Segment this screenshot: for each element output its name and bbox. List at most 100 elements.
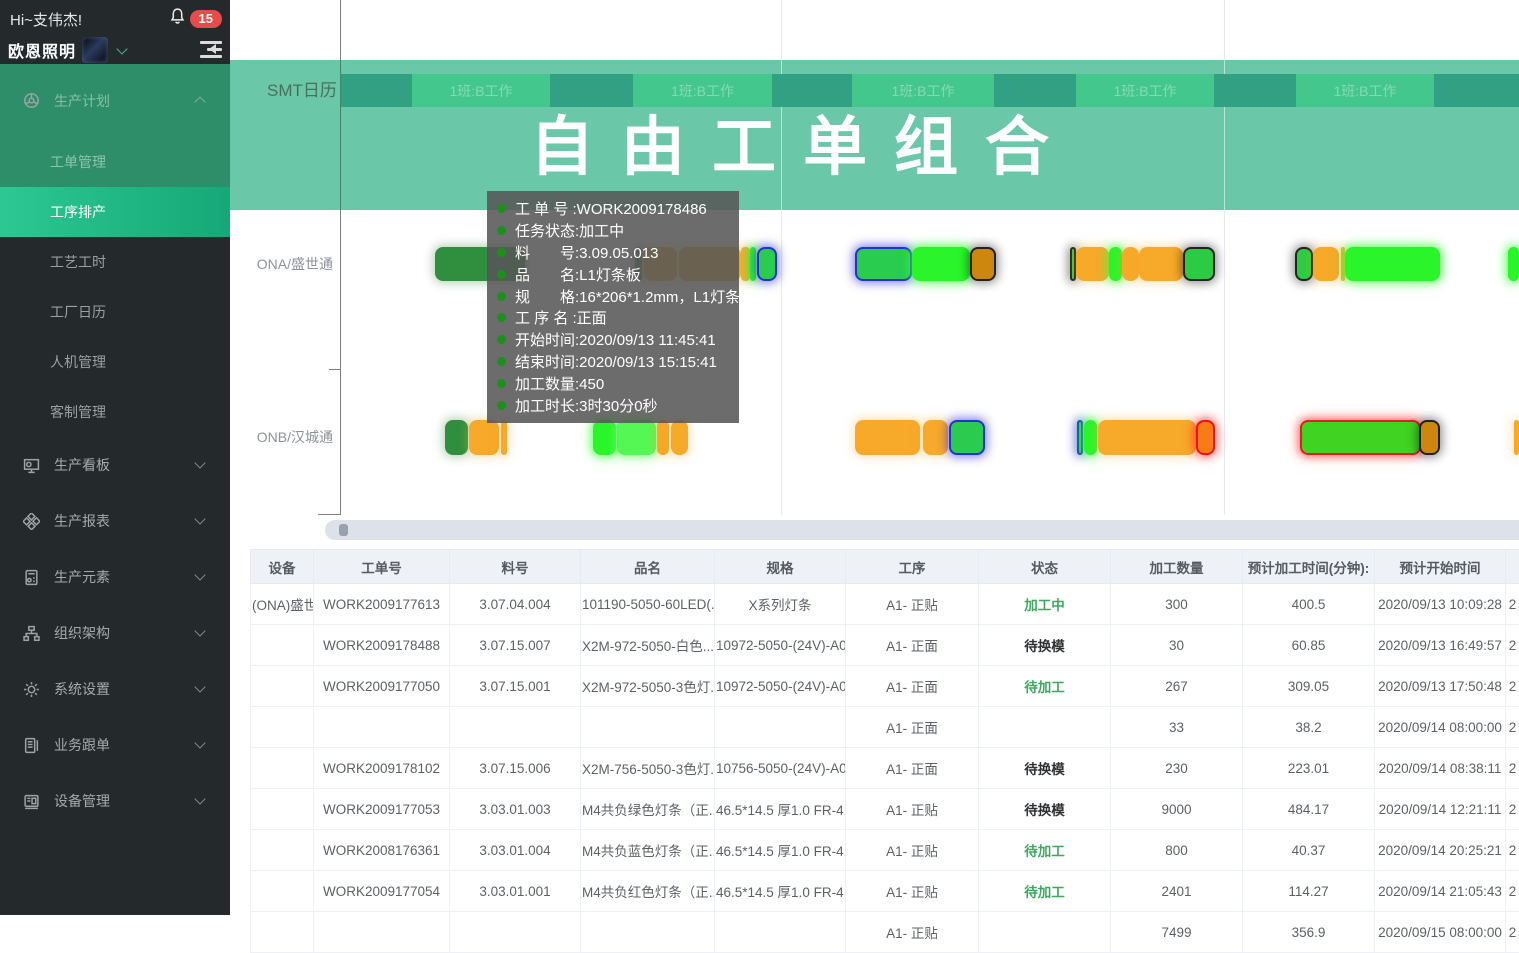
cell- [450,912,581,953]
sidebar-item-11[interactable]: 系统设置 [0,661,230,717]
chevron-down-icon[interactable] [116,43,127,54]
sidebar-item-0[interactable]: 生产计划 [0,64,230,137]
sidebar-item-2[interactable]: 工序排产 [0,187,230,237]
cell-: 待换模 [979,625,1111,666]
sidebar-item-label: 系统设置 [54,679,110,699]
gantt-bar-ona-green_blue[interactable] [757,247,777,281]
gantt-bar-ona-brightgreen[interactable] [1345,247,1440,281]
scrollbar-thumb[interactable] [339,524,348,536]
cell-: 484.17 [1243,789,1375,830]
gantt-bar-ona-green_black[interactable] [1295,247,1313,281]
column-header-2[interactable]: 料号 [450,550,581,584]
gantt-bar-ona-darkorange_black[interactable] [970,247,996,281]
column-header-0[interactable]: 设备 [251,550,314,584]
table-row[interactable]: WORK20091770543.03.01.001M4共负红色灯条（正...46… [251,871,1519,912]
sidebar: Hi~支伟杰! 15 欧恩照明 [0,0,230,915]
table-row[interactable]: A1- 正贴7499356.92020/09/15 08:00:002 [251,912,1519,953]
gantt-bar-ona-brightgreen[interactable] [1109,247,1122,281]
cell-: X系列灯条 [715,584,846,625]
gantt-bar-onb-orange[interactable] [923,420,948,455]
sidebar-item-4[interactable]: 工厂日历 [0,287,230,337]
cell-: 38.2 [1243,707,1375,748]
table-row[interactable]: A1- 正面3338.22020/09/14 08:00:002 [251,707,1519,748]
sidebar-item-12[interactable]: 业务跟单 [0,717,230,773]
gantt-row-label-ona: ONA/盛世通 [230,247,333,281]
gantt-bar-ona-orange[interactable] [1122,247,1139,281]
gantt-bar-onb-orange[interactable] [671,420,688,455]
column-header-5[interactable]: 工序 [846,550,979,584]
column-header-9[interactable]: 预计开始时间 [1375,550,1506,584]
sidebar-item-6[interactable]: 客制管理 [0,387,230,437]
gantt-bar-onb-green_blue[interactable] [949,420,985,455]
cell-: 2020/09/14 21:05:43 [1375,871,1506,912]
sidebar-item-10[interactable]: 组织架构 [0,605,230,661]
cell-: 7499 [1111,912,1243,953]
gantt-bar-onb-brightgreen2[interactable] [617,420,656,455]
table-row[interactable]: WORK20091781023.07.15.006X2M-756-5050-3色… [251,748,1519,789]
cell-: 9000 [1111,789,1243,830]
cell-: 2 [1506,748,1519,789]
table-row[interactable]: WORK20091784883.07.15.007X2M-972-5050-白色… [251,625,1519,666]
sidebar-item-5[interactable]: 人机管理 [0,337,230,387]
table-row[interactable]: WORK20091770533.03.01.003M4共负绿色灯条（正...46… [251,789,1519,830]
column-header-1[interactable]: 工单号 [314,550,450,584]
gantt-bar-onb-orange[interactable] [1514,420,1519,455]
gantt-bar-ona-orange[interactable] [1313,247,1339,281]
column-header-6[interactable]: 状态 [979,550,1111,584]
gantt-bar-ona-orange[interactable] [1076,247,1109,281]
bell-icon[interactable] [169,7,186,31]
gantt-bar-onb-orange[interactable] [1098,420,1196,455]
gantt-bar-onb-green_blue[interactable] [1077,420,1083,455]
sidebar-item-1[interactable]: 工单管理 [0,137,230,187]
table-row[interactable]: (ONA)盛世通WORK20091776133.07.04.004101190-… [251,584,1519,625]
column-header-4[interactable]: 规格 [715,550,846,584]
tooltip-line-2: 料 号:3.09.05.013 [497,242,729,264]
gantt-bar-ona-brightgreen[interactable] [912,247,970,281]
column-header-7[interactable]: 加工数量 [1111,550,1243,584]
gantt-bar-onb-orange[interactable] [657,420,669,455]
notification-badge[interactable]: 15 [190,10,222,28]
gantt-bar-onb-dkgreen[interactable] [445,420,468,455]
cell-: 加工中 [979,584,1111,625]
gantt-bar-onb-brightgreen[interactable] [1084,420,1097,455]
table-row[interactable]: WORK20081763613.03.01.004M4共负蓝色灯条（正...46… [251,830,1519,871]
elements-icon [22,568,40,586]
column-header-8[interactable]: 预计加工时间(分钟): [1243,550,1375,584]
cell-: 101190-5050-60LED(... [581,584,715,625]
bullet-dot-icon [497,292,506,301]
gantt-bar-ona-orange[interactable] [741,247,750,281]
sidebar-item-13[interactable]: 设备管理 [0,773,230,829]
collapse-menu-icon[interactable] [196,40,222,60]
gantt-bar-onb-orange[interactable] [469,420,499,455]
gantt-bar-ona-green_black[interactable] [1183,247,1215,281]
cell-: A1- 正贴 [846,830,979,871]
gantt-bar-ona-brightgreen[interactable] [750,247,756,281]
gantt-bar-onb-green_red[interactable] [1300,420,1421,455]
avatar[interactable] [82,37,108,63]
sidebar-item-8[interactable]: 生产报表 [0,493,230,549]
sidebar-menu: 生产计划工单管理工序排产工艺工时工厂日历人机管理客制管理生产看板生产报表生产元素… [0,64,230,829]
sidebar-item-9[interactable]: 生产元素 [0,549,230,605]
cell-: M4共负红色灯条（正... [581,871,715,912]
gantt-bar-onb-darkorange_black[interactable] [1419,420,1440,455]
column-header-3[interactable]: 品名 [581,550,715,584]
chevron-down-icon [194,457,205,468]
cell-: WORK2009177613 [314,584,450,625]
gantt-bar-ona-brightgreen[interactable] [1508,247,1519,281]
gantt-bar-ona-green_blue[interactable] [855,247,912,281]
sidebar-item-7[interactable]: 生产看板 [0,437,230,493]
gantt-bar-ona-orange[interactable] [1139,247,1183,281]
table-row[interactable]: WORK20091770503.07.15.001X2M-972-5050-3色… [251,666,1519,707]
gantt-bar-onb-orange[interactable] [855,420,920,455]
cell-: 2401 [1111,871,1243,912]
gantt-bar-onb-brightgreen[interactable] [593,420,616,455]
sidebar-item-3[interactable]: 工艺工时 [0,237,230,287]
gantt-bar-onb-orangered_red[interactable] [1196,420,1215,455]
horizontal-scrollbar[interactable] [325,520,1519,540]
gantt-bar-onb-orange[interactable] [501,420,507,455]
cell-: 46.5*14.5 厚1.0 FR-4... [715,789,846,830]
sidebar-item-label: 生产报表 [54,511,110,531]
column-header-10[interactable] [1506,550,1519,584]
cell- [314,707,450,748]
cell- [251,666,314,707]
